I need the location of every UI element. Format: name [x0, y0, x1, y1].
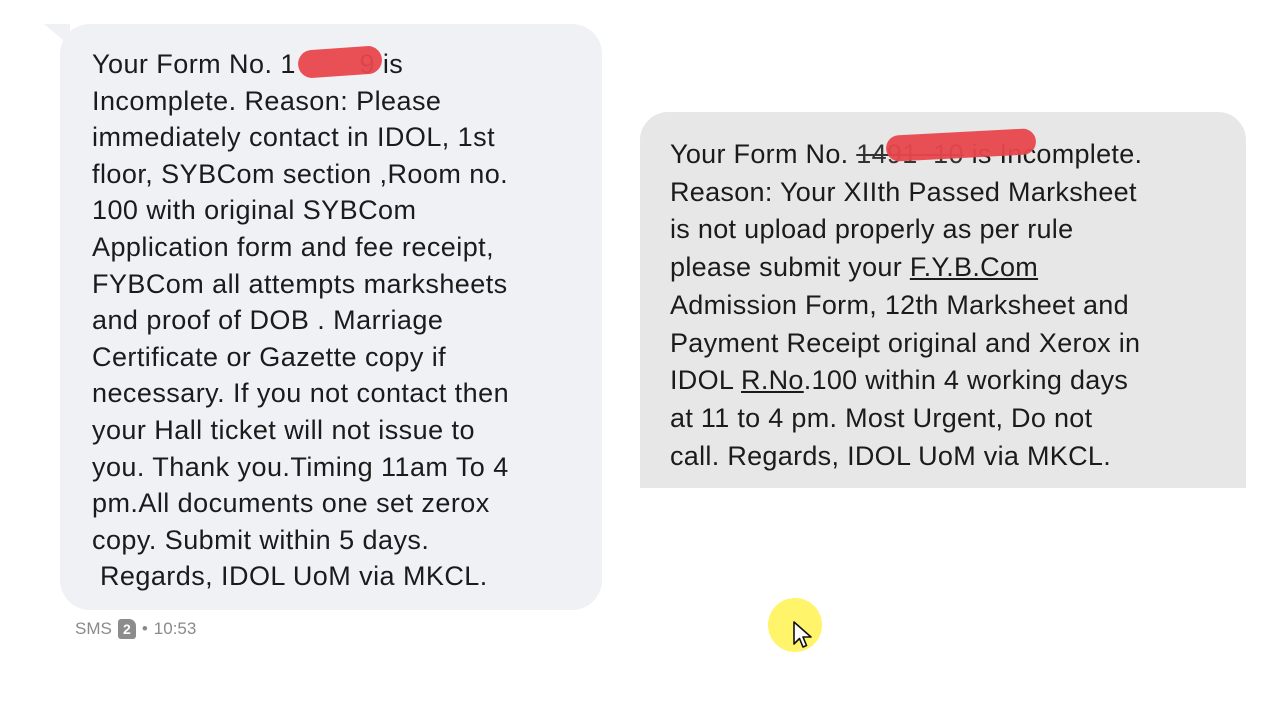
mouse-pointer-icon — [793, 621, 812, 648]
message-meta: SMS 2 • 10:53 — [75, 619, 196, 639]
msg-line: Reason: Your XIIth Passed Marksheet — [670, 176, 1137, 207]
meta-separator: • — [141, 619, 148, 638]
msg-line: Payment Receipt original and Xerox in — [670, 327, 1141, 358]
msg-line: and proof of DOB . Marriage — [92, 305, 444, 336]
message-bubble-left[interactable]: Your Form No. 1 9 is Incomplete. Reason:… — [44, 24, 602, 610]
msg-line: Incomplete. Reason: Please — [92, 85, 442, 116]
msg-line-prefix: please submit your — [670, 252, 910, 283]
message-bubble-right[interactable]: Your Form No. 1491 10 is Incomplete. Rea… — [640, 112, 1246, 488]
message-time: 10:53 — [153, 619, 197, 638]
msg-line: Certificate or Gazette copy if — [92, 341, 447, 372]
course-link[interactable]: F.Y.B.Com — [910, 252, 1038, 282]
msg-line: 100 with original SYBCom — [92, 195, 417, 226]
msg-line: at 11 to 4 pm. Most Urgent, Do not — [670, 402, 1093, 433]
msg-line: is not upload properly as per rule — [670, 214, 1074, 245]
msg-line: Admission Form, 12th Marksheet and — [670, 289, 1129, 320]
sim-card-icon: 2 — [117, 619, 136, 639]
msg-line: floor, SYBCom section ,Room no. — [92, 158, 509, 189]
msg-line: you. Thank you.Timing 11am To 4 — [92, 451, 509, 482]
msg-line: call. Regards, IDOL UoM via MKCL. — [670, 440, 1112, 471]
msg-line: Application form and fee receipt, — [92, 231, 495, 262]
room-link[interactable]: R.No — [741, 365, 804, 395]
msg-line: your Hall ticket will not issue to — [92, 414, 475, 445]
channel-label: SMS — [75, 619, 112, 638]
msg-line: Regards, IDOL UoM via MKCL. — [92, 561, 488, 592]
message-text-left: Your Form No. 1 9 is Incomplete. Reason:… — [92, 46, 572, 595]
msg-line-prefix: IDOL — [670, 365, 742, 396]
redaction-mark-left — [297, 45, 383, 79]
msg-line-prefix: Your Form No. — [670, 139, 857, 169]
msg-line: FYBCom all attempts marksheets — [92, 268, 508, 299]
message-text-right: Your Form No. 1491 10 is Incomplete. Rea… — [670, 136, 1226, 475]
msg-line: immediately contact in IDOL, 1st — [92, 122, 496, 153]
msg-line: necessary. If you not contact then — [92, 378, 510, 409]
msg-line: pm.All documents one set zerox — [92, 488, 490, 519]
msg-line: copy. Submit within 5 days. — [92, 524, 430, 555]
msg-line-suffix: .100 within 4 working days — [803, 365, 1129, 396]
